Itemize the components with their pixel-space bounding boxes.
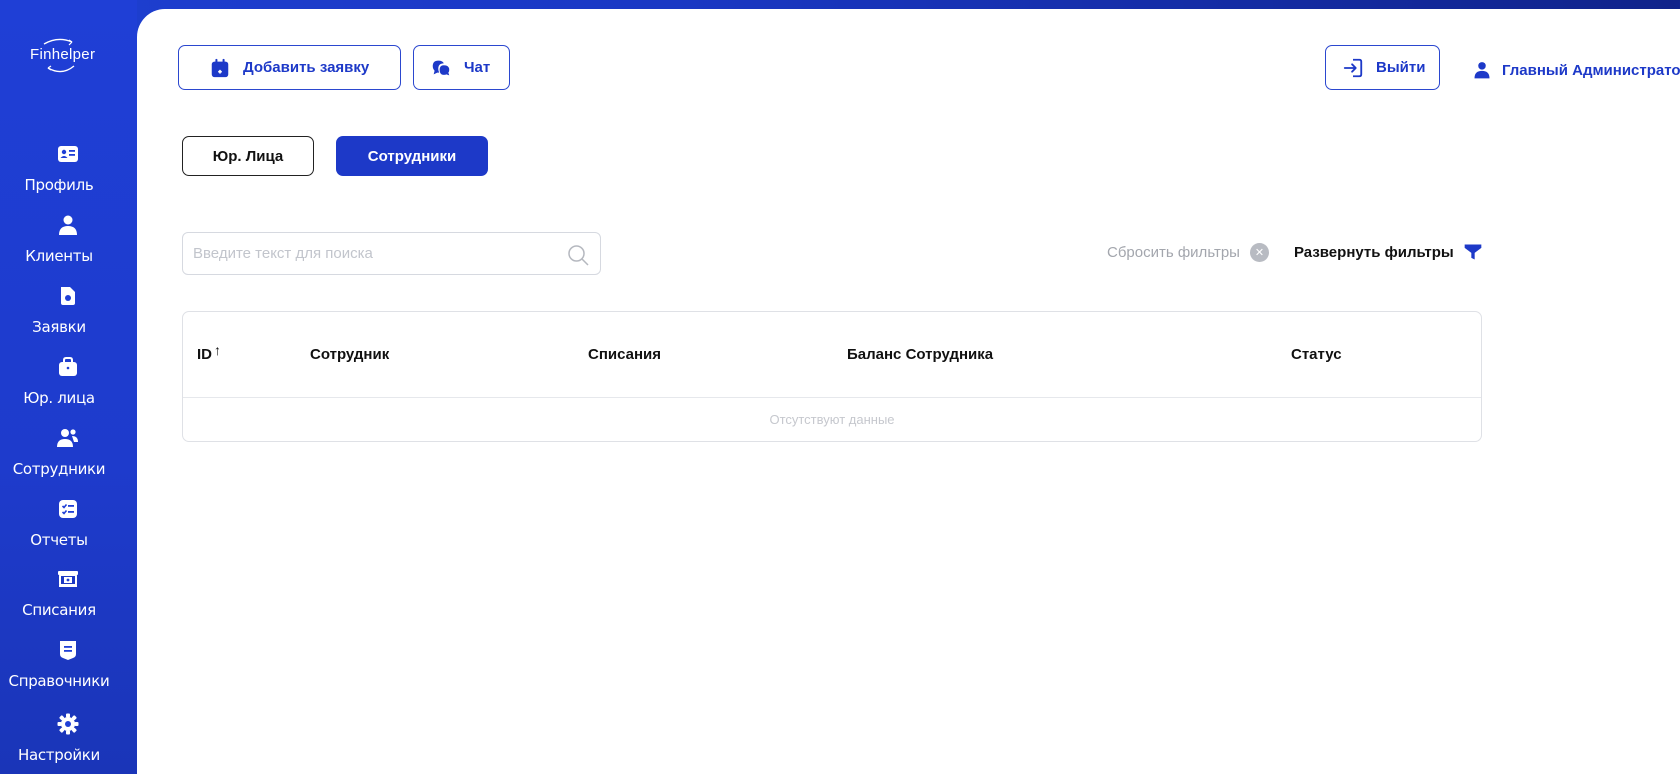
- reset-filters-label: Сбросить фильтры: [1107, 243, 1240, 261]
- tab-label: Сотрудники: [367, 147, 457, 165]
- expand-filters-button[interactable]: Развернуть фильтры: [1294, 241, 1483, 263]
- chat-icon: [432, 60, 450, 75]
- main-panel: Добавить заявку Чат Выйти Главный Админи…: [137, 9, 1680, 774]
- sidebar: Finhelper Профиль Клиенты Заявки Юр. лиц…: [0, 0, 137, 774]
- sort-ascending-icon: ↑: [214, 342, 221, 358]
- reset-filters-button[interactable]: Сбросить фильтры ✕: [1107, 241, 1269, 263]
- sidebar-item-label: Заявки: [32, 318, 86, 336]
- sidebar-item-label: Отчеты: [30, 531, 88, 549]
- sidebar-item-reports[interactable]: Отчеты: [0, 497, 137, 563]
- filter-icon: [1464, 244, 1482, 260]
- search-icon[interactable]: [566, 243, 590, 267]
- chat-label: Чат: [464, 59, 491, 76]
- briefcase-icon: [59, 357, 77, 376]
- sidebar-item-profile[interactable]: Профиль: [0, 142, 137, 208]
- sidebar-item-label: Клиенты: [25, 247, 93, 265]
- employees-table: ID ↑ Сотрудник Списания Баланс Сотрудника…: [182, 311, 1482, 442]
- tab-label: Юр. Лица: [212, 147, 284, 165]
- column-header-employee-balance[interactable]: Баланс Сотрудника: [847, 346, 993, 363]
- column-header-status[interactable]: Статус: [1291, 346, 1342, 363]
- sidebar-item-employees[interactable]: Сотрудники: [0, 426, 137, 492]
- document-icon: [61, 287, 75, 305]
- search-box: [182, 232, 601, 275]
- user-name: Главный Администрато: [1502, 61, 1680, 79]
- sidebar-item-label: Списания: [22, 601, 96, 619]
- tab-legal-entities[interactable]: Юр. Лица: [182, 136, 314, 176]
- chat-button[interactable]: Чат: [413, 45, 510, 90]
- checklist-icon: [59, 500, 77, 518]
- id-card-icon: [58, 146, 78, 162]
- logout-label: Выйти: [1376, 59, 1426, 76]
- column-header-write-offs[interactable]: Списания: [588, 346, 661, 363]
- calendar-add-icon: [211, 58, 229, 77]
- sidebar-item-settings[interactable]: Настройки: [0, 712, 137, 774]
- close-icon: ✕: [1249, 242, 1269, 262]
- sidebar-item-label: Юр. лица: [23, 389, 95, 407]
- sidebar-item-clients[interactable]: Клиенты: [0, 213, 137, 279]
- sidebar-item-write-offs[interactable]: Списания: [0, 567, 137, 633]
- add-request-button[interactable]: Добавить заявку: [178, 45, 401, 90]
- tab-employees[interactable]: Сотрудники: [336, 136, 488, 176]
- user-icon: [59, 215, 77, 235]
- sidebar-item-requests[interactable]: Заявки: [0, 284, 137, 350]
- user-icon: [1474, 62, 1490, 79]
- finhelper-logo[interactable]: Finhelper: [30, 38, 106, 78]
- add-request-label: Добавить заявку: [243, 59, 370, 76]
- search-input[interactable]: [193, 233, 553, 274]
- sidebar-item-label: Справочники: [8, 672, 110, 690]
- sidebar-item-label: Настройки: [17, 746, 100, 764]
- sidebar-item-legal-entities[interactable]: Юр. лица: [0, 355, 137, 421]
- column-header-id[interactable]: ID ↑: [197, 342, 221, 363]
- sidebar-item-label: Сотрудники: [12, 460, 106, 478]
- sidebar-item-handbooks[interactable]: Справочники: [0, 638, 137, 704]
- logout-icon: [1343, 58, 1363, 77]
- expand-filters-label: Развернуть фильтры: [1294, 243, 1454, 261]
- user-menu[interactable]: Главный Администрато: [1472, 57, 1680, 83]
- handbook-icon: [60, 641, 76, 660]
- logo-text: Finhelper: [30, 46, 96, 63]
- empty-state-text: Отсутствуют данные: [769, 411, 895, 427]
- gear-icon: [57, 713, 79, 735]
- sidebar-item-label: Профиль: [24, 176, 94, 194]
- cash-register-icon: [58, 571, 78, 587]
- column-header-employee[interactable]: Сотрудник: [310, 346, 389, 363]
- logout-button[interactable]: Выйти: [1325, 45, 1440, 90]
- users-icon: [57, 429, 78, 447]
